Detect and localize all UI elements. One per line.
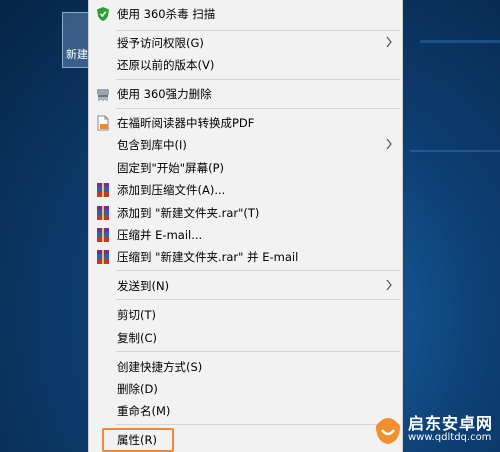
menu-item-send-to[interactable]: 发送到(N) [89, 274, 402, 297]
menu-item-restore-versions[interactable]: 还原以前的版本(V) [89, 53, 402, 76]
properties-highlight-box [102, 428, 174, 452]
shield-360-icon [97, 7, 109, 21]
menu-item-label: 复制(C) [117, 330, 158, 345]
desktop-light-streak [420, 40, 500, 43]
menu-separator [116, 79, 400, 80]
menu-item-foxit-pdf[interactable]: 在福昕阅读器中转换成PDF [89, 111, 402, 134]
pdf-convert-icon [97, 115, 109, 131]
menu-separator [116, 270, 400, 271]
menu-separator [116, 424, 400, 425]
menu-item-label: 压缩到 "新建文件夹.rar" 并 E-mail [117, 249, 299, 264]
winrar-icon [97, 228, 109, 242]
menu-item-label: 添加到压缩文件(A)... [117, 182, 226, 197]
menu-item-compress-email[interactable]: 压缩并 E-mail... [89, 223, 402, 246]
menu-item-create-shortcut[interactable]: 创建快捷方式(S) [89, 355, 402, 378]
menu-item-add-archive[interactable]: 添加到压缩文件(A)... [89, 178, 402, 201]
winrar-icon [97, 183, 109, 197]
menu-item-pin-start[interactable]: 固定到"开始"屏幕(P) [89, 156, 402, 179]
menu-item-label: 重命名(M) [117, 403, 171, 418]
chevron-right-icon [386, 138, 392, 150]
context-menu: 使用 360杀毒 扫描 授予访问权限(G) 还原以前的版本(V) 使用 360强… [88, 0, 403, 452]
menu-item-label: 使用 360杀毒 扫描 [117, 6, 216, 21]
desktop-folder-label: 新建 [66, 48, 88, 61]
menu-item-copy[interactable]: 复制(C) [89, 326, 402, 349]
winrar-icon [97, 206, 109, 220]
menu-item-label: 使用 360强力删除 [117, 86, 212, 101]
menu-item-label: 发送到(N) [117, 278, 170, 293]
menu-item-compress-rar-email[interactable]: 压缩到 "新建文件夹.rar" 并 E-mail [89, 245, 402, 268]
menu-item-label: 创建快捷方式(S) [117, 359, 203, 374]
menu-item-360-scan[interactable]: 使用 360杀毒 扫描 [89, 2, 402, 25]
menu-item-label: 固定到"开始"屏幕(P) [117, 160, 224, 175]
menu-item-label: 剪切(T) [117, 307, 156, 322]
site-watermark: 启东安卓网 www.qdltdq.com [370, 406, 500, 452]
menu-item-label: 授予访问权限(G) [117, 35, 204, 50]
menu-item-cut[interactable]: 剪切(T) [89, 303, 402, 326]
menu-separator [116, 351, 400, 352]
winrar-icon [97, 250, 109, 264]
watermark-title: 启东安卓网 [408, 414, 494, 433]
menu-item-360-delete[interactable]: 使用 360强力删除 [89, 82, 402, 105]
menu-separator [116, 108, 400, 109]
menu-item-label: 还原以前的版本(V) [117, 57, 215, 72]
watermark-logo-icon [376, 418, 400, 444]
menu-separator [116, 299, 400, 300]
desktop-light-streak [410, 150, 500, 152]
shredder-icon [97, 89, 109, 101]
menu-item-label: 在福昕阅读器中转换成PDF [117, 115, 255, 130]
menu-item-label: 压缩并 E-mail... [117, 227, 203, 242]
watermark-url: www.qdltdq.com [408, 432, 492, 443]
menu-item-rename[interactable]: 重命名(M) [89, 399, 402, 422]
menu-item-label: 添加到 "新建文件夹.rar"(T) [117, 205, 260, 220]
menu-item-label: 删除(D) [117, 381, 158, 396]
menu-item-label: 包含到库中(I) [117, 137, 187, 152]
menu-item-include-library[interactable]: 包含到库中(I) [89, 133, 402, 156]
menu-item-add-rar[interactable]: 添加到 "新建文件夹.rar"(T) [89, 201, 402, 224]
menu-item-grant-access[interactable]: 授予访问权限(G) [89, 31, 402, 54]
chevron-right-icon [386, 279, 392, 291]
menu-item-delete[interactable]: 删除(D) [89, 377, 402, 400]
chevron-right-icon [386, 36, 392, 48]
